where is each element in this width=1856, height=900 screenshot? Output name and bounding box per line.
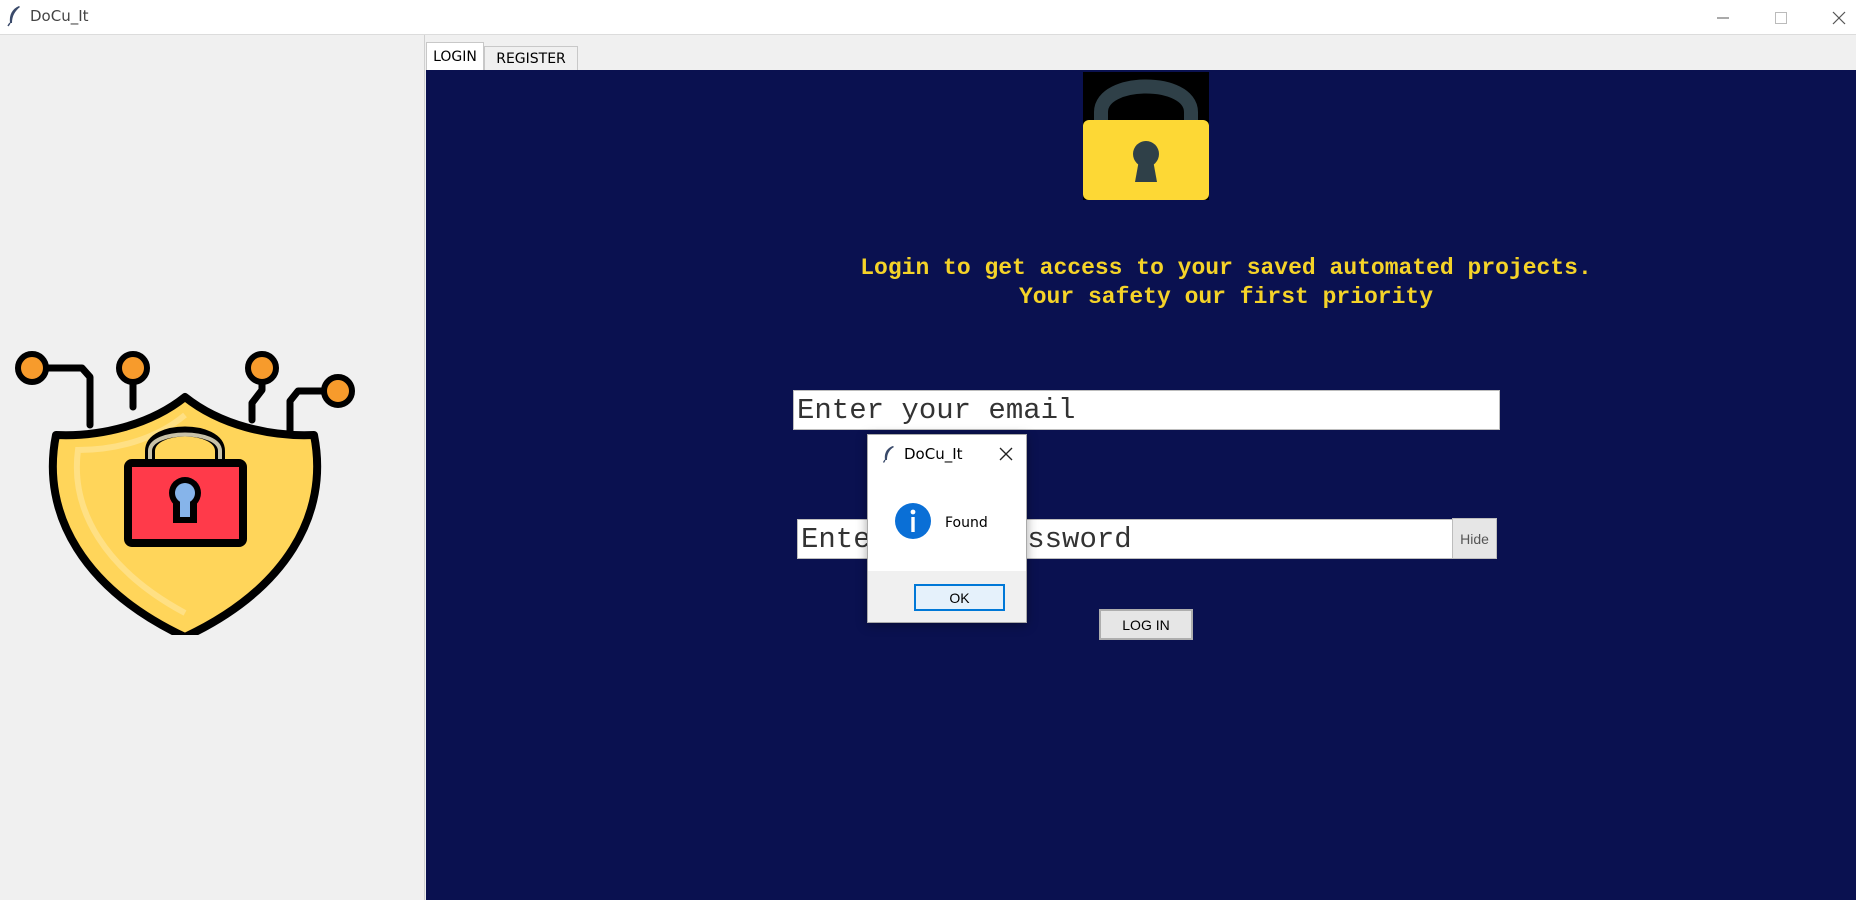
window-titlebar: DoCu_It [0,0,1856,35]
info-icon [895,503,931,539]
ok-button[interactable]: OK [914,584,1005,611]
dialog-message: Found [945,515,988,531]
maximize-button[interactable] [1752,0,1810,35]
tab-login[interactable]: LOGIN [426,42,484,70]
padlock-icon [1083,72,1209,200]
close-icon [1832,11,1846,24]
tab-register[interactable]: REGISTER [484,46,578,70]
minimize-icon [1717,17,1729,18]
feather-icon [6,5,24,27]
login-panel: Login to get access to your saved automa… [426,70,1856,900]
close-icon [999,447,1013,461]
dialog-close-button[interactable] [993,441,1019,467]
email-field[interactable] [793,390,1500,430]
login-headline: Login to get access to your saved automa… [860,255,1592,310]
feather-icon [882,445,896,463]
minimize-button[interactable] [1694,0,1752,35]
close-window-button[interactable] [1810,0,1856,35]
message-dialog: DoCu_It Found OK [867,434,1027,623]
maximize-icon [1775,11,1787,24]
window-title: DoCu_It [30,7,89,25]
hide-password-button[interactable]: Hide [1452,518,1497,559]
login-button[interactable]: LOG IN [1099,609,1193,640]
shield-lock-circuit-icon [15,351,355,635]
left-pane [0,35,425,900]
dialog-title: DoCu_It [904,445,963,463]
